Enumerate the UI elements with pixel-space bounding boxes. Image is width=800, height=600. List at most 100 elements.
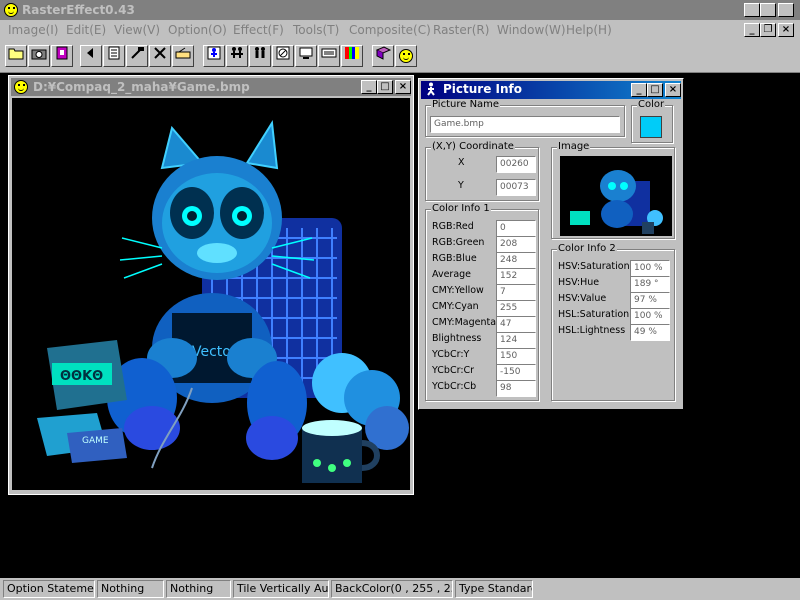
image-window-maximize-button[interactable]: □ <box>377 80 393 94</box>
coordinate-label: (X,Y) Coordinate <box>431 141 515 152</box>
status-type: Type Standard <box>455 580 533 598</box>
color-info-1-row-value[interactable]: 98 <box>496 380 536 397</box>
card-icon[interactable] <box>318 45 340 67</box>
svg-text:Vecto: Vecto <box>192 344 231 360</box>
color-info-1-row-value[interactable]: 255 <box>496 300 536 317</box>
couple-icon[interactable] <box>249 45 271 67</box>
color-info-1-row-value[interactable]: 47 <box>496 316 536 333</box>
film-icon[interactable] <box>51 45 73 67</box>
color-info-2-row-label: HSL:Saturation <box>558 309 630 320</box>
color-info-1-row-value[interactable]: 0 <box>496 220 536 237</box>
picture-info-close-button[interactable]: × <box>665 83 681 97</box>
smiley-icon[interactable] <box>395 45 417 67</box>
color-info-1-row-value[interactable]: 124 <box>496 332 536 349</box>
status-back-color: BackColor(0 , 255 , 255) <box>331 580 453 598</box>
back-arrow-icon[interactable] <box>80 45 102 67</box>
y-coordinate-field[interactable]: 00073 <box>496 179 536 196</box>
book-icon[interactable] <box>372 45 394 67</box>
color-info-2-row-value[interactable]: 97 % <box>630 292 670 309</box>
clipboard-icon[interactable] <box>103 45 125 67</box>
image-window-smiley-icon[interactable] <box>14 80 28 94</box>
image-window-titlebar[interactable]: D:¥Compaq_2_maha¥Game.bmp _ □ × <box>11 78 411 96</box>
image-canvas[interactable]: Vecto ΘΘΚΘ GAME <box>12 98 410 490</box>
palette-icon[interactable] <box>341 45 363 67</box>
color-info-2-row-value[interactable]: 49 % <box>630 324 670 341</box>
color-info-2-row-value[interactable]: 189 ° <box>630 276 670 293</box>
menu-raster[interactable]: Raster(R) <box>433 23 489 37</box>
picture-info-minimize-button[interactable]: _ <box>631 83 647 97</box>
x-label: X <box>458 157 465 168</box>
y-label: Y <box>458 180 464 191</box>
menu-help[interactable]: Help(H) <box>566 23 612 37</box>
menu-edit[interactable]: Edit(E) <box>66 23 106 37</box>
app-title: RasterEffect0.43 <box>22 3 135 17</box>
disc-icon[interactable] <box>272 45 294 67</box>
color-info-2-group: Color Info 2 HSV:Saturation 100 % HSV:Hue 1… <box>551 243 675 401</box>
cross-icon[interactable] <box>149 45 171 67</box>
minimize-button[interactable]: _ <box>744 3 760 17</box>
svg-text:GAME: GAME <box>82 436 109 446</box>
app-smiley-icon[interactable] <box>4 3 18 17</box>
color-info-1-row-value[interactable]: 150 <box>496 348 536 365</box>
picture-info-titlebar[interactable]: Picture Info _ □ × <box>421 81 681 99</box>
color-group: Color <box>631 99 673 143</box>
camera-icon[interactable] <box>28 45 50 67</box>
close-button[interactable]: × <box>778 3 794 17</box>
app-titlebar: RasterEffect0.43 _ □ × <box>0 0 800 20</box>
color-info-1-label: Color Info 1 <box>431 203 491 214</box>
x-coordinate-field[interactable]: 00260 <box>496 156 536 173</box>
image-window-minimize-button[interactable]: _ <box>361 80 377 94</box>
color-info-1-group: Color Info 1 RGB:Red 0 RGB:Green 208 RGB:Blu… <box>425 203 539 401</box>
color-info-2-row-value[interactable]: 100 % <box>630 308 670 325</box>
color-info-2-row-label: HSL:Lightness <box>558 325 626 336</box>
image-window-title: D:¥Compaq_2_maha¥Game.bmp <box>33 80 250 94</box>
picture-info-dialog[interactable]: Picture Info _ □ × Picture Name Game.bmp… <box>418 78 684 410</box>
image-window-close-button[interactable]: × <box>395 80 411 94</box>
color-info-2-row-value[interactable]: 100 % <box>630 260 670 277</box>
monitor-icon[interactable] <box>295 45 317 67</box>
picture-info-maximize-button[interactable]: □ <box>647 83 663 97</box>
color-label: Color <box>637 99 666 110</box>
person-icon[interactable] <box>203 45 225 67</box>
maximize-button[interactable]: □ <box>760 3 776 17</box>
child-restore-button[interactable]: ❐ <box>760 23 776 37</box>
color-info-2-row-label: HSV:Value <box>558 293 607 304</box>
menu-composite[interactable]: Composite(C) <box>349 23 431 37</box>
color-info-1-row-value[interactable]: 248 <box>496 252 536 269</box>
color-info-1-row-value[interactable]: 208 <box>496 236 536 253</box>
color-info-1-row-label: CMY:Magenta <box>432 317 497 328</box>
status-arrange-mode: Tile Vertically Auto <box>233 580 329 598</box>
child-close-button[interactable]: × <box>778 23 794 37</box>
color-info-2-row-label: HSV:Hue <box>558 277 600 288</box>
menu-bar: Image(I) Edit(E) View(V) Option(O) Effec… <box>0 20 800 40</box>
svg-text:ΘΘΚΘ: ΘΘΚΘ <box>60 369 103 384</box>
walking-person-icon <box>424 82 438 96</box>
color-info-1-row-label: YCbCr:Cb <box>432 381 477 392</box>
menu-image[interactable]: Image(I) <box>8 23 58 37</box>
child-minimize-button[interactable]: _ <box>744 23 760 37</box>
color-info-1-row-value[interactable]: -150 <box>496 364 536 381</box>
color-info-1-row-label: CMY:Cyan <box>432 301 479 312</box>
color-info-1-row-value[interactable]: 152 <box>496 268 536 285</box>
coordinate-group: (X,Y) Coordinate X 00260 Y 00073 <box>425 141 539 201</box>
color-info-1-row-label: CMY:Yellow <box>432 285 484 296</box>
color-info-1-row-label: RGB:Red <box>432 221 474 232</box>
menu-effect[interactable]: Effect(F) <box>233 23 284 37</box>
hammer-icon[interactable] <box>126 45 148 67</box>
image-window[interactable]: D:¥Compaq_2_maha¥Game.bmp _ □ × Vecto ΘΘ… <box>8 75 414 495</box>
inverted-cat-picture: Vecto ΘΘΚΘ GAME <box>37 120 409 483</box>
menu-window[interactable]: Window(W) <box>497 23 566 37</box>
color-info-1-row-label: RGB:Green <box>432 237 485 248</box>
menu-view[interactable]: View(V) <box>114 23 160 37</box>
status-field-1: Nothing <box>97 580 164 598</box>
color-info-1-row-value[interactable]: 7 <box>496 284 536 301</box>
image-preview-group: Image <box>551 141 675 239</box>
open-folder-icon[interactable] <box>5 45 27 67</box>
status-option-statement: Option Statement <box>3 580 95 598</box>
picture-name-field[interactable]: Game.bmp <box>430 116 620 133</box>
menu-option[interactable]: Option(O) <box>168 23 227 37</box>
menu-tools[interactable]: Tools(T) <box>293 23 339 37</box>
scanner-icon[interactable] <box>172 45 194 67</box>
people-icon[interactable] <box>226 45 248 67</box>
picture-name-group: Picture Name Game.bmp <box>425 99 625 137</box>
